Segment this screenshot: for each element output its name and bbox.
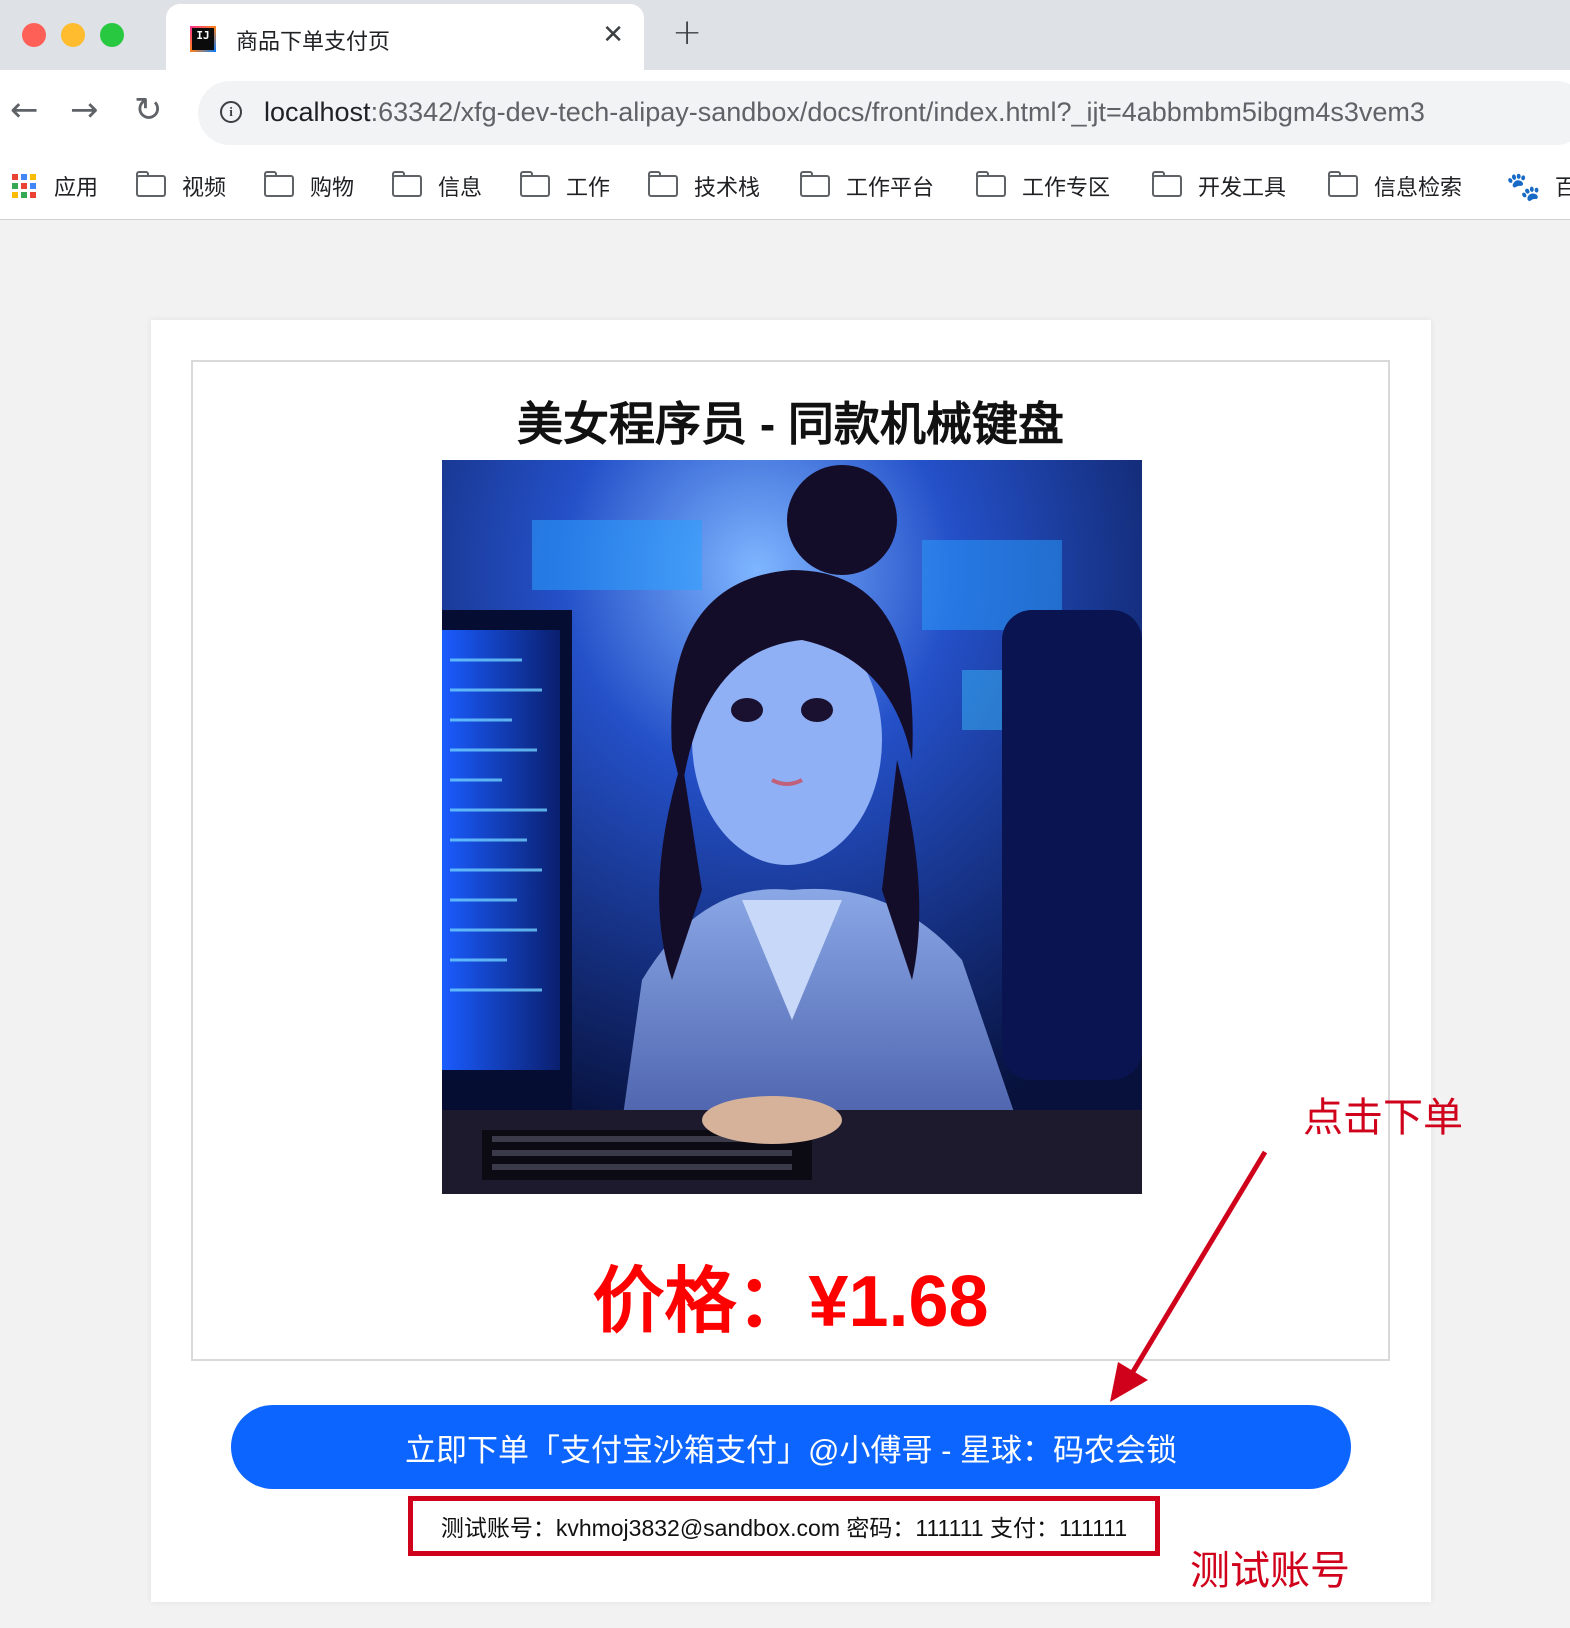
browser-toolbar: ← → ↻ i localhost:63342/xfg-dev-tech-ali…: [0, 70, 1570, 154]
product-title: 美女程序员 - 同款机械键盘: [517, 398, 1064, 450]
url-text[interactable]: localhost:63342/xfg-dev-tech-alipay-sand…: [264, 97, 1425, 128]
maximize-window-button[interactable]: [100, 23, 124, 47]
bookmark-folder-work-zone[interactable]: 工作专区: [976, 170, 1110, 202]
bookmark-label: 百: [1554, 176, 1570, 201]
url-host: localhost: [264, 97, 371, 127]
folder-icon: [136, 171, 166, 197]
url-path: :63342/xfg-dev-tech-alipay-sandbox/docs/…: [370, 97, 1425, 127]
forward-icon[interactable]: →: [70, 90, 99, 130]
bookmark-baidu[interactable]: 🐾 百: [1506, 169, 1570, 203]
minimize-window-button[interactable]: [61, 23, 85, 47]
apps-grid-icon: [12, 174, 36, 198]
close-tab-icon[interactable]: ✕: [602, 20, 624, 50]
bookmark-folder-dev-tools[interactable]: 开发工具: [1152, 170, 1286, 202]
bookmark-label: 开发工具: [1198, 176, 1287, 201]
bookmark-folder-info[interactable]: 信息: [392, 170, 482, 202]
back-icon[interactable]: ←: [10, 90, 39, 130]
folder-icon: [648, 171, 678, 197]
bookmark-label: 工作专区: [1022, 176, 1111, 201]
intellij-favicon-icon: IJ: [190, 26, 216, 52]
bookmarks-bar: 应用 视频 购物 信息 工作 技术栈 工作平台 工作专区 开发工具 信息检索 🐾…: [0, 154, 1570, 220]
active-tab[interactable]: IJ 商品下单支付页 ✕: [166, 4, 644, 70]
test-account-info: 测试账号：kvhmoj3832@sandbox.com 密码：111111 支付…: [408, 1496, 1160, 1556]
folder-icon: [264, 171, 294, 197]
click-order-annotation: 点击下单: [1303, 1095, 1463, 1141]
folder-icon: [1328, 171, 1358, 197]
product-image: [442, 460, 1142, 1194]
bookmark-label: 工作平台: [846, 176, 935, 201]
bookmark-label: 信息: [438, 176, 483, 201]
bookmark-apps[interactable]: 应用: [12, 170, 98, 202]
tab-strip: IJ 商品下单支付页 ✕ +: [0, 0, 1570, 70]
new-tab-icon[interactable]: +: [672, 12, 702, 53]
bookmark-label: 应用: [54, 176, 99, 201]
bookmark-folder-video[interactable]: 视频: [136, 170, 226, 202]
folder-icon: [520, 171, 550, 197]
folder-icon: [976, 171, 1006, 197]
test-account-annotation: 测试账号: [1190, 1548, 1350, 1594]
bookmark-label: 工作: [566, 176, 611, 201]
annotation-arrow: [1110, 1150, 1268, 1402]
bookmark-label: 信息检索: [1374, 176, 1463, 201]
tab-title: 商品下单支付页: [236, 30, 391, 55]
bookmark-label: 技术栈: [694, 176, 761, 201]
bookmark-folder-info-search[interactable]: 信息检索: [1328, 170, 1462, 202]
bookmark-label: 购物: [310, 176, 355, 201]
close-window-button[interactable]: [22, 23, 46, 47]
bookmark-folder-shopping[interactable]: 购物: [264, 170, 354, 202]
bookmark-folder-tech-stack[interactable]: 技术栈: [648, 170, 760, 202]
baidu-paw-icon: 🐾: [1506, 169, 1541, 203]
reload-icon[interactable]: ↻: [134, 90, 163, 130]
bookmark-label: 视频: [182, 176, 227, 201]
place-order-button[interactable]: 立即下单「支付宝沙箱支付」@小傅哥 - 星球：码农会锁: [231, 1405, 1351, 1489]
folder-icon: [800, 171, 830, 197]
bookmark-folder-work[interactable]: 工作: [520, 170, 610, 202]
address-bar[interactable]: i localhost:63342/xfg-dev-tech-alipay-sa…: [198, 81, 1570, 145]
site-info-icon[interactable]: i: [220, 101, 242, 123]
folder-icon: [392, 171, 422, 197]
folder-icon: [1152, 171, 1182, 197]
bookmark-folder-work-platform[interactable]: 工作平台: [800, 170, 934, 202]
